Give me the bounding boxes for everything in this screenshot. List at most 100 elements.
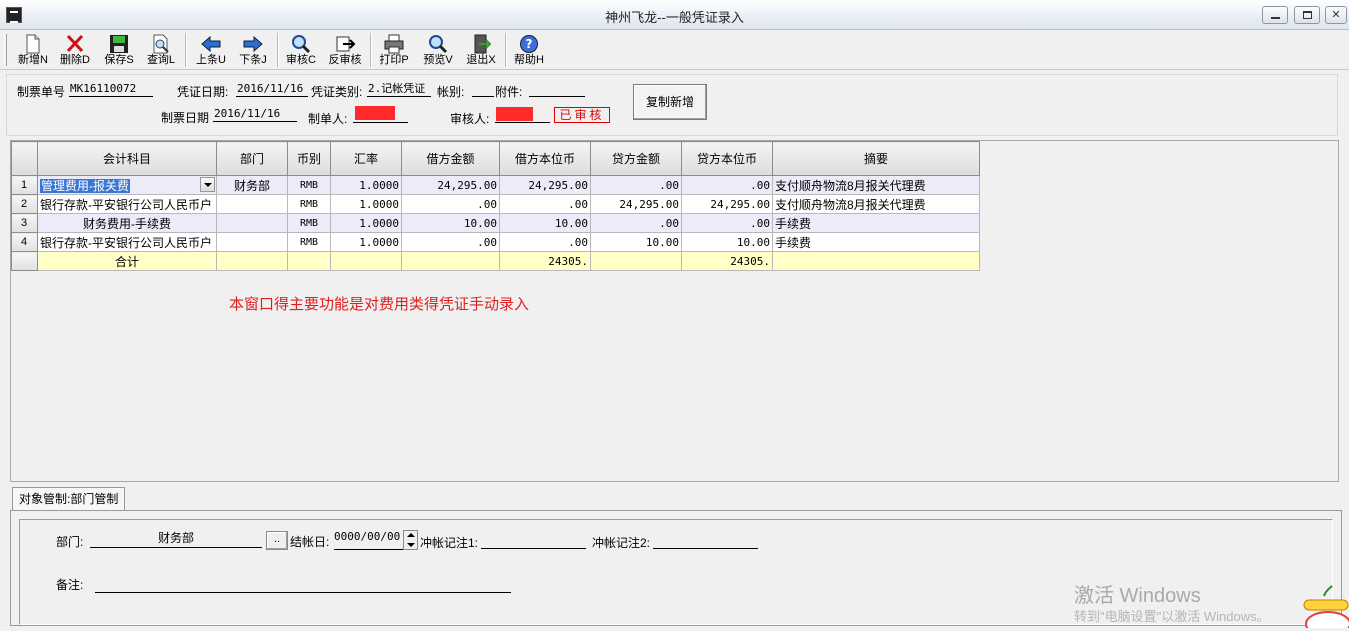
memo-cell[interactable]: 支付顺舟物流8月报关代理费 — [772, 175, 980, 195]
column-header[interactable]: 币别 — [287, 141, 331, 176]
close-date-label: 结帐日: — [290, 535, 330, 549]
credit-cell[interactable]: 24,295.00 — [590, 194, 682, 214]
close-icon: ✕ — [1331, 9, 1341, 21]
dept-cell[interactable] — [216, 232, 288, 252]
credit-cell[interactable]: .00 — [590, 175, 682, 195]
close-date-field[interactable]: 0000/00/00 — [334, 530, 418, 550]
column-header[interactable]: 摘要 — [772, 141, 980, 176]
debit-base-cell[interactable]: 24,295.00 — [499, 175, 591, 195]
debit-base-cell[interactable]: 10.00 — [499, 213, 591, 233]
toolbar-grip[interactable] — [4, 34, 7, 66]
debit-cell[interactable]: 24,295.00 — [401, 175, 500, 195]
dept-browse-button[interactable]: .. — [266, 531, 288, 550]
column-header[interactable]: 借方金额 — [401, 141, 500, 176]
column-header[interactable]: 会计科目 — [37, 141, 217, 176]
currency-cell[interactable]: RMB — [287, 194, 331, 214]
currency-cell[interactable]: RMB — [287, 213, 331, 233]
approve-button[interactable]: 审核C — [280, 32, 322, 68]
credit-base-cell[interactable]: .00 — [681, 175, 773, 195]
rate-cell[interactable]: 1.0000 — [330, 213, 402, 233]
created-date-label: 制票日期 — [161, 111, 210, 125]
attachment-field[interactable] — [529, 82, 585, 97]
voucher-lines-table: 会计科目 部门 币别 汇率 借方金额 借方本位币 贷方金额 贷方本位币 摘要 1… — [11, 141, 980, 271]
credit-base-cell[interactable]: 10.00 — [681, 232, 773, 252]
unapprove-button[interactable]: 反审核 — [324, 32, 366, 68]
column-header[interactable]: 部门 — [216, 141, 288, 176]
row-number[interactable]: 2 — [11, 194, 38, 214]
chevron-down-icon[interactable] — [200, 177, 215, 192]
debit-cell[interactable]: .00 — [401, 194, 500, 214]
preview-button[interactable]: 预览V — [417, 32, 459, 68]
currency-cell[interactable]: RMB — [287, 175, 331, 195]
credit-base-cell[interactable]: .00 — [681, 213, 773, 233]
debit-base-cell[interactable]: .00 — [499, 194, 591, 214]
total-row: 合计 24305. 24305. — [11, 251, 980, 271]
offset-note2-field[interactable] — [653, 532, 758, 549]
maximize-button[interactable] — [1294, 6, 1320, 24]
account-cell[interactable]: 管理费用-报关费 — [40, 178, 130, 193]
column-header[interactable]: 贷方金额 — [590, 141, 682, 176]
table-row[interactable]: 2 银行存款-平安银行公司人民币户 RMB 1.0000 .00 .00 24,… — [11, 194, 980, 214]
account-type-field[interactable] — [472, 82, 494, 97]
prev-button[interactable]: 上条U — [190, 32, 232, 68]
memo-cell[interactable]: 手续费 — [772, 213, 980, 233]
row-number[interactable]: 3 — [11, 213, 38, 233]
exit-button[interactable]: 退出X — [460, 32, 502, 68]
voucher-type-field[interactable]: 2.记帐凭证 — [367, 82, 431, 97]
rate-cell[interactable]: 1.0000 — [330, 175, 402, 195]
table-row[interactable]: 3 财务费用-手续费 RMB 1.0000 10.00 10.00 .00 .0… — [11, 213, 980, 233]
memo-cell[interactable]: 支付顺舟物流8月报关代理费 — [772, 194, 980, 214]
copy-new-button[interactable]: 复制新增 — [633, 84, 707, 120]
date-spin-icon[interactable] — [403, 530, 418, 550]
new-button[interactable]: 新增N — [12, 32, 54, 68]
currency-cell[interactable]: RMB — [287, 232, 331, 252]
rate-cell[interactable]: 1.0000 — [330, 194, 402, 214]
arrow-left-icon — [200, 34, 222, 54]
dept-field[interactable]: 财务部 — [90, 531, 262, 548]
credit-cell[interactable]: 10.00 — [590, 232, 682, 252]
next-button[interactable]: 下条J — [232, 32, 274, 68]
account-combo[interactable]: 管理费用-报关费 — [37, 175, 217, 195]
memo-cell[interactable]: 手续费 — [772, 232, 980, 252]
print-button[interactable]: 打印P — [373, 32, 415, 68]
rate-cell[interactable]: 1.0000 — [330, 232, 402, 252]
voucher-header: 制票单号 MK16110072 凭证日期: 2016/11/16 凭证类别: 2… — [6, 74, 1338, 136]
row-number[interactable]: 1 — [11, 175, 38, 195]
credit-cell[interactable]: .00 — [590, 213, 682, 233]
toolbar-separator — [370, 33, 372, 67]
help-button[interactable]: ? 帮助H — [508, 32, 550, 68]
account-cell[interactable]: 银行存款-平安银行公司人民币户 — [37, 194, 217, 214]
debit-base-cell[interactable]: .00 — [499, 232, 591, 252]
delete-button[interactable]: 删除D — [54, 32, 96, 68]
dept-cell[interactable]: 财务部 — [216, 175, 288, 195]
activation-watermark-title: 激活 Windows — [1074, 585, 1201, 607]
maximize-icon — [1302, 11, 1312, 20]
debit-cell[interactable]: 10.00 — [401, 213, 500, 233]
account-cell[interactable]: 财务费用-手续费 — [37, 213, 217, 233]
mascot-sticker-icon — [1294, 584, 1349, 631]
remark-field[interactable] — [95, 576, 511, 593]
voucher-date-field[interactable]: 2016/11/16 — [236, 82, 308, 97]
total-cell — [590, 251, 682, 271]
minimize-button[interactable] — [1262, 6, 1288, 24]
row-number[interactable]: 4 — [11, 232, 38, 252]
row-number — [11, 251, 38, 271]
created-date-field[interactable]: 2016/11/16 — [213, 107, 297, 122]
table-row[interactable]: 4 银行存款-平安银行公司人民币户 RMB 1.0000 .00 .00 10.… — [11, 232, 980, 252]
dept-cell[interactable] — [216, 194, 288, 214]
arrow-right-icon — [242, 34, 264, 54]
account-cell[interactable]: 银行存款-平安银行公司人民币户 — [37, 232, 217, 252]
close-button[interactable]: ✕ — [1325, 6, 1347, 24]
query-button[interactable]: 查询L — [140, 32, 182, 68]
offset-note1-field[interactable] — [481, 532, 586, 549]
credit-base-cell[interactable]: 24,295.00 — [681, 194, 773, 214]
column-header[interactable]: 汇率 — [330, 141, 402, 176]
tab-object-control[interactable]: 对象管制:部门管制 — [12, 487, 126, 511]
save-button[interactable]: 保存S — [98, 32, 140, 68]
ticket-no-field[interactable]: MK16110072 — [69, 82, 153, 97]
column-header[interactable]: 贷方本位币 — [681, 141, 773, 176]
table-row[interactable]: 1 管理费用-报关费 财务部 RMB 1.0000 24,295.00 24,2… — [11, 175, 980, 195]
debit-cell[interactable]: .00 — [401, 232, 500, 252]
dept-cell[interactable] — [216, 213, 288, 233]
column-header[interactable]: 借方本位币 — [499, 141, 591, 176]
